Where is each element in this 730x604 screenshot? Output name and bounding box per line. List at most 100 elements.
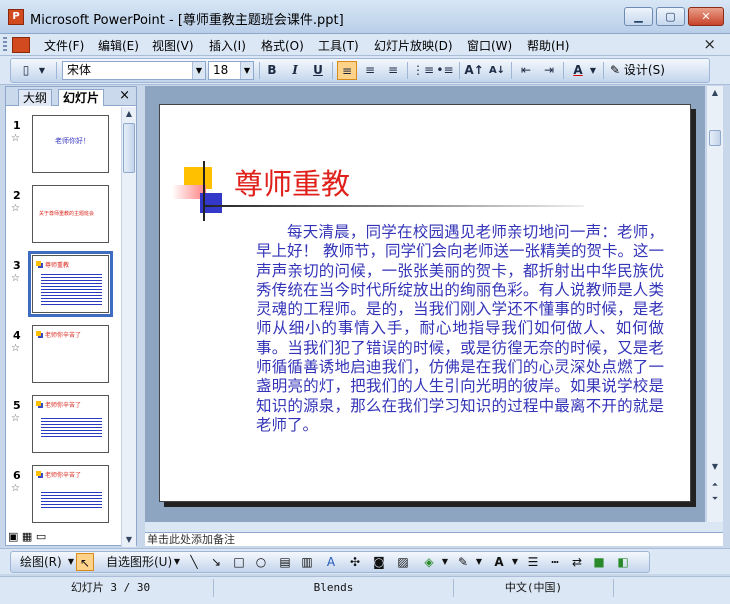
menu-edit[interactable]: 编辑(E) (98, 37, 139, 54)
draw-menu-button[interactable]: 绘图(R) (20, 553, 62, 571)
autoshapes-dropdown-icon[interactable]: ▼ (172, 553, 182, 571)
menu-slideshow[interactable]: 幻灯片放映(D) (374, 37, 453, 54)
fill-color-icon[interactable]: ◈ (420, 553, 438, 571)
diagram-icon[interactable]: ✣ (346, 553, 364, 571)
increase-indent-icon[interactable]: ⇥ (539, 61, 559, 80)
align-left-icon[interactable]: ≡ (337, 61, 357, 80)
slide-body-text[interactable]: 每天清晨，同学在校园遇见老师亲切地问一声：老师，早上好！ 教师节，同学们会向老师… (256, 223, 664, 435)
italic-button[interactable]: I (285, 61, 305, 80)
slide-thumbnail-selected[interactable]: 尊师重教 (28, 251, 113, 317)
arrow-style-icon[interactable]: ⇄ (568, 553, 586, 571)
new-dropdown-icon[interactable]: ▼ (36, 61, 48, 80)
thumbnail-decoration (36, 331, 41, 336)
wordart-icon[interactable]: A (322, 553, 340, 571)
scroll-up-icon[interactable]: ▲ (708, 86, 722, 100)
scroll-up-icon[interactable]: ▲ (122, 107, 136, 121)
menu-view[interactable]: 视图(V) (152, 37, 194, 54)
design-button[interactable]: ✎ 设计(S) (610, 61, 665, 80)
slides-panel: 大纲 幻灯片 × 1 ☆ 老师你好！ 2 ☆ 关于尊师重教的主题班会 3 ☆ 尊… (5, 86, 137, 547)
clipart-icon[interactable]: ◙ (370, 553, 388, 571)
next-slide-icon[interactable]: ⏷ (708, 492, 722, 506)
decrease-indent-icon[interactable]: ⇤ (516, 61, 536, 80)
splitter-bar[interactable] (145, 522, 723, 532)
drawing-font-color-dropdown-icon[interactable]: ▼ (510, 553, 520, 571)
close-panel-icon[interactable]: × (119, 88, 130, 103)
scrollbar-thumb[interactable] (123, 123, 135, 173)
increase-font-size-icon[interactable]: A↑ (464, 61, 484, 80)
powerpoint-app-icon[interactable]: P (8, 9, 24, 25)
list-item[interactable]: 2 ☆ 关于尊师重教的主题班会 (6, 181, 120, 247)
scroll-down-icon[interactable]: ▼ (708, 460, 722, 474)
slide-thumbnail[interactable]: 老师你好！ (32, 115, 109, 173)
slide-thumbnail[interactable]: 老师你辛苦了 (32, 465, 109, 523)
slide-number: 2 (13, 189, 21, 202)
normal-view-icon[interactable]: ▣ (8, 530, 18, 543)
menu-help[interactable]: 帮助(H) (527, 37, 569, 54)
slide-scrollbar[interactable]: ▲ ▼ ⏶ ⏷ (706, 86, 723, 522)
shadow-style-icon[interactable]: ■ (590, 553, 608, 571)
align-right-icon[interactable]: ≡ (383, 61, 403, 80)
insert-picture-icon[interactable]: ▨ (394, 553, 412, 571)
slide-canvas[interactable]: 尊师重教 每天清晨，同学在校园遇见老师亲切地问一声：老师，早上好！ 教师节，同学… (159, 104, 691, 502)
autoshapes-button[interactable]: 自选图形(U) (106, 553, 172, 571)
font-name-select[interactable]: 宋体 ▼ (62, 61, 206, 80)
list-item[interactable]: 3 ☆ 尊师重教 (6, 251, 120, 317)
line-color-dropdown-icon[interactable]: ▼ (474, 553, 484, 571)
previous-slide-icon[interactable]: ⏶ (708, 478, 722, 492)
slideshow-view-icon[interactable]: ▭ (36, 530, 46, 543)
chevron-down-icon[interactable]: ▼ (192, 62, 205, 79)
align-center-icon[interactable]: ≡ (360, 61, 380, 80)
scrollbar-thumb[interactable] (709, 130, 721, 146)
line-tool-icon[interactable]: ╲ (186, 553, 202, 571)
slide-thumbnail[interactable]: 老师你辛苦了 (32, 395, 109, 453)
menu-tools[interactable]: 工具(T) (318, 37, 359, 54)
list-item[interactable]: 1 ☆ 老师你好！ (6, 111, 120, 177)
textbox-tool-icon[interactable]: ▤ (276, 553, 294, 571)
font-color-button[interactable]: A (568, 61, 588, 80)
notes-pane[interactable]: 单击此处添加备注 (145, 532, 723, 546)
slide-title[interactable]: 尊师重教 (234, 161, 350, 203)
menu-insert[interactable]: 插入(I) (209, 37, 246, 54)
menu-file[interactable]: 文件(F) (44, 37, 84, 54)
select-pointer-icon[interactable]: ↖ (76, 553, 94, 571)
font-name-value: 宋体 (67, 63, 92, 77)
line-style-icon[interactable]: ☰ (524, 553, 542, 571)
dash-style-icon[interactable]: ┅ (546, 553, 564, 571)
font-size-select[interactable]: 18 ▼ (208, 61, 254, 80)
scroll-down-icon[interactable]: ▼ (122, 533, 136, 547)
list-item[interactable]: 4 ☆ 老师你辛苦了 (6, 321, 120, 387)
thumbnail-scrollbar[interactable]: ▲ ▼ (121, 107, 136, 547)
chevron-down-icon[interactable]: ▼ (240, 62, 253, 79)
tab-slides[interactable]: 幻灯片 (58, 89, 105, 106)
tab-outline[interactable]: 大纲 (18, 89, 53, 106)
fill-color-dropdown-icon[interactable]: ▼ (440, 553, 450, 571)
arrow-tool-icon[interactable]: ↘ (208, 553, 224, 571)
menu-format[interactable]: 格式(O) (261, 37, 304, 54)
menu-window[interactable]: 窗口(W) (467, 37, 512, 54)
rectangle-tool-icon[interactable]: □ (230, 553, 248, 571)
list-item[interactable]: 5 ☆ 老师你辛苦了 (6, 391, 120, 457)
draw-dropdown-icon[interactable]: ▼ (66, 553, 76, 571)
document-icon[interactable] (12, 37, 30, 53)
numbering-icon[interactable]: ⋮≡ (412, 61, 434, 80)
oval-tool-icon[interactable]: ○ (252, 553, 270, 571)
slide-thumbnail[interactable]: 关于尊师重教的主题班会 (32, 185, 109, 243)
bullets-icon[interactable]: •≡ (435, 61, 455, 80)
bold-button[interactable]: B (262, 61, 282, 80)
vertical-textbox-icon[interactable]: ▥ (298, 553, 316, 571)
new-document-icon[interactable]: ▯ (16, 61, 36, 80)
maximize-button[interactable]: ▢ (656, 7, 685, 26)
font-color-dropdown-icon[interactable]: ▼ (588, 61, 598, 80)
slide-sorter-view-icon[interactable]: ▦ (22, 530, 32, 543)
3d-style-icon[interactable]: ◧ (614, 553, 632, 571)
drawing-font-color-icon[interactable]: A (490, 553, 508, 571)
decrease-font-size-icon[interactable]: A↓ (487, 61, 507, 80)
slide-thumbnail[interactable]: 老师你辛苦了 (32, 325, 109, 383)
underline-button[interactable]: U (308, 61, 328, 80)
line-color-icon[interactable]: ✎ (454, 553, 472, 571)
close-document-icon[interactable]: × (703, 35, 716, 53)
list-item[interactable]: 6 ☆ 老师你辛苦了 (6, 461, 120, 527)
close-window-button[interactable]: ✕ (688, 7, 724, 26)
minimize-button[interactable]: ▁ (624, 7, 653, 26)
toolbar-grip[interactable] (3, 37, 7, 53)
